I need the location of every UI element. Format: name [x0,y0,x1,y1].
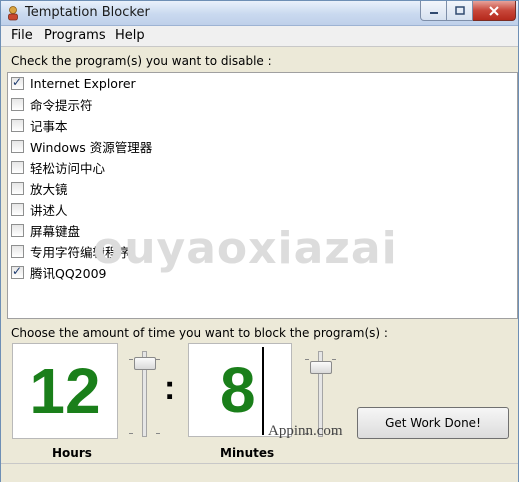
programs-label: Check the program(s) you want to disable… [11,54,272,68]
program-item[interactable]: 命令提示符 [11,95,93,113]
menu-programs[interactable]: Programs [44,28,106,43]
maximize-icon [454,5,465,15]
checkbox[interactable] [11,139,24,153]
program-label: 讲述人 [30,202,68,218]
checkmark-icon: ✓ [12,74,23,89]
program-item[interactable]: 放大镜 [11,179,68,197]
minutes-label: Minutes [220,446,275,460]
hours-display: 12 [12,343,118,439]
tick-mark [156,359,160,360]
minimize-icon [429,11,438,14]
checkbox[interactable] [11,118,24,132]
minutes-slider-thumb[interactable] [310,361,332,374]
checkbox[interactable] [11,202,24,216]
program-item[interactable]: 轻松访问中心 [11,158,105,176]
program-item[interactable]: 讲述人 [11,200,68,218]
title-bar[interactable]: Temptation Blocker [1,1,518,26]
program-item[interactable]: 专用字符编辑程序 [11,242,130,260]
menu-help[interactable]: Help [115,28,145,43]
checkbox[interactable] [11,244,24,258]
program-label: 放大镜 [30,181,68,197]
minimize-button[interactable] [420,1,447,21]
menu-file[interactable]: File [11,28,33,43]
program-list: ✓ Internet Explorer 命令提示符 记事本 Windows 资源… [7,72,518,319]
timer-label: Choose the amount of time you want to bl… [11,326,388,340]
program-item[interactable]: 记事本 [11,116,68,134]
tick-mark [332,359,336,360]
checkbox[interactable] [11,181,24,195]
hours-label: Hours [52,446,92,460]
get-work-done-button[interactable]: Get Work Done! [357,407,509,439]
checkbox[interactable] [11,97,24,111]
app-window: Temptation Blocker File Programs Help Ch… [0,0,519,482]
tick-mark [129,359,133,360]
close-button[interactable] [473,1,516,21]
checkbox[interactable]: ✓ [11,74,24,90]
program-label: 屏幕键盘 [30,223,81,239]
program-label: Internet Explorer [30,75,136,91]
program-label: 记事本 [30,118,68,134]
maximize-button[interactable] [447,1,473,21]
program-label: 轻松访问中心 [30,160,106,176]
checkbox[interactable] [11,160,24,174]
program-label: Windows 资源管理器 [30,139,153,155]
text-caret [262,347,264,435]
program-item[interactable]: 屏幕键盘 [11,221,80,239]
program-label: 命令提示符 [30,97,93,113]
status-bar [1,463,518,482]
tick-mark [156,433,160,434]
checkbox[interactable] [11,223,24,237]
tick-mark [129,433,133,434]
site-watermark: Appinn.com [268,423,343,439]
close-icon [489,5,499,16]
program-item[interactable]: ✓ Internet Explorer [11,74,136,92]
time-separator: : [164,369,176,407]
program-item[interactable]: Windows 资源管理器 [11,137,152,155]
program-label: 腾讯QQ2009 [30,265,107,281]
program-label: 专用字符编辑程序 [30,244,131,260]
checkbox[interactable]: ✓ [11,263,24,279]
app-icon [8,6,18,21]
window-title: Temptation Blocker [25,5,150,20]
menu-bar: File Programs Help [1,26,518,47]
hours-slider-thumb[interactable] [134,357,156,370]
checkmark-icon: ✓ [12,263,23,278]
tick-mark [305,359,309,360]
program-item[interactable]: ✓ 腾讯QQ2009 [11,263,107,281]
